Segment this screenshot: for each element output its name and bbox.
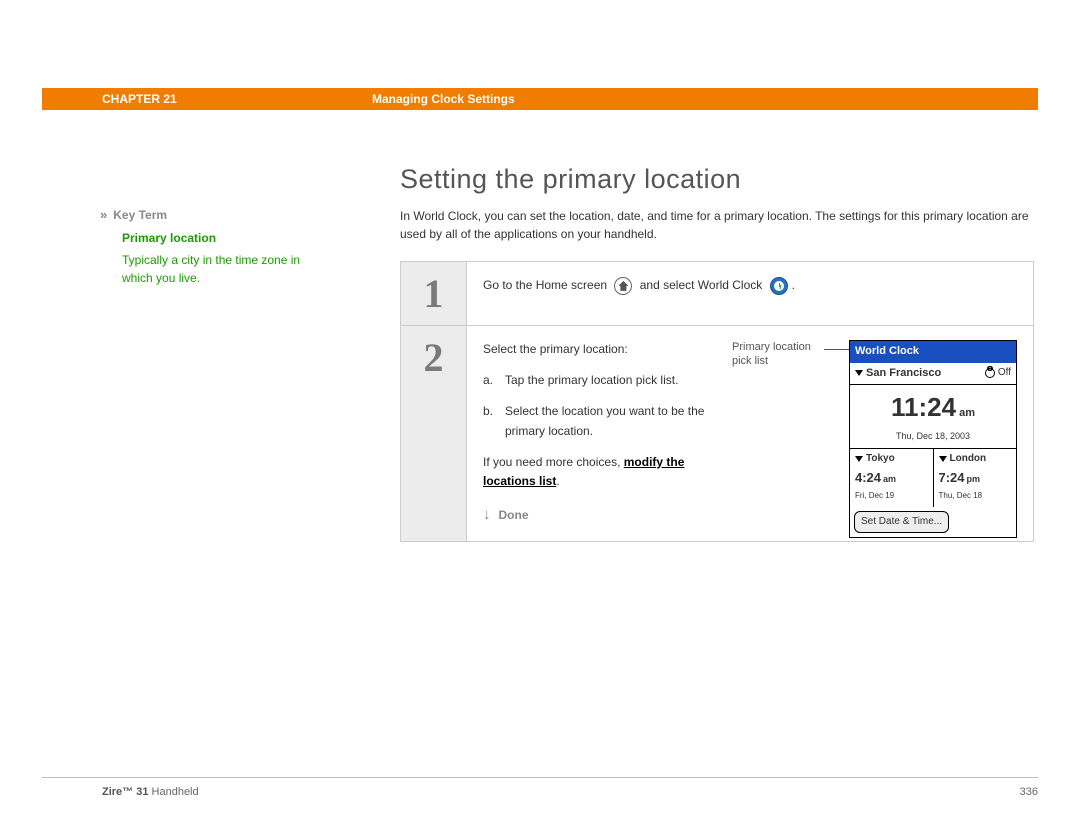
section-title: Managing Clock Settings: [372, 92, 515, 106]
wc-primary-location-picklist[interactable]: San Francisco: [855, 365, 941, 383]
wc-col-2: London 7:24pm Thu, Dec 18: [933, 449, 1017, 507]
page-title: Setting the primary location: [400, 164, 1034, 195]
step-1-pre: Go to the Home screen: [483, 278, 607, 292]
wc-col1-date: Fri, Dec 19: [855, 490, 928, 503]
step-number-1: 1: [401, 262, 467, 326]
substep-b: b. Select the location you want to be th…: [483, 402, 718, 440]
wc-col1-city: Tokyo: [866, 451, 895, 467]
alarm-clock-icon: [985, 368, 995, 378]
step-1-text: Go to the Home screen and select World C…: [483, 276, 1017, 295]
keyterm-name: Primary location: [122, 229, 330, 247]
wc-primary-row: San Francisco Off: [850, 363, 1016, 386]
callout-label: Primary location pick list: [732, 340, 822, 369]
wc-big-date: Thu, Dec 18, 2003: [850, 429, 1016, 448]
step-1-content: Go to the Home screen and select World C…: [467, 262, 1034, 326]
wc-alarm-label: Off: [998, 365, 1011, 381]
step-1-end: .: [792, 278, 795, 292]
wc-button-row: Set Date & Time...: [850, 507, 1016, 537]
footer-rule: [42, 777, 1038, 778]
step-2-layout: Select the primary location: a. Tap the …: [483, 340, 1017, 527]
wc-big-time: 11:24am: [850, 385, 1016, 429]
substep-a-marker: a.: [483, 371, 505, 390]
footer-product-bold: Zire™ 31: [102, 786, 148, 798]
set-date-time-button[interactable]: Set Date & Time...: [854, 511, 949, 533]
wc-big-time-value: 11:24: [891, 392, 956, 422]
done-text: Done: [499, 506, 529, 525]
sidebar-keyterm: » Key Term Primary location Typically a …: [100, 205, 330, 287]
step-number-2: 2: [401, 326, 467, 542]
step-1-mid: and select World Clock: [640, 278, 763, 292]
wc-col1-time: 4:24am: [855, 468, 928, 489]
keyterm-label: Key Term: [113, 206, 167, 224]
footer-product: Zire™ 31 Handheld: [102, 786, 199, 798]
keyterm-heading-line: » Key Term: [100, 205, 330, 225]
wc-col-1: Tokyo 4:24am Fri, Dec 19: [850, 449, 933, 507]
wc-big-ampm: am: [959, 407, 975, 419]
steps-table: 1 Go to the Home screen and select World…: [400, 261, 1034, 542]
chapter-label: CHAPTER 21: [42, 92, 372, 106]
chevron-icon: »: [100, 205, 107, 225]
down-arrow-icon: ↓: [483, 503, 491, 527]
wc-title-bar: World Clock: [850, 341, 1016, 363]
dropdown-triangle-icon: [855, 456, 863, 462]
substep-b-text: Select the location you want to be the p…: [505, 402, 718, 440]
step-2-text-column: Select the primary location: a. Tap the …: [483, 340, 718, 527]
more-pre: If you need more choices,: [483, 455, 624, 469]
footer: Zire™ 31 Handheld 336: [102, 786, 1038, 798]
world-clock-screenshot: World Clock San Francisco Off: [849, 340, 1017, 538]
wc-primary-city: San Francisco: [866, 365, 941, 383]
step-row-1: 1 Go to the Home screen and select World…: [401, 262, 1034, 326]
dropdown-triangle-icon: [939, 456, 947, 462]
home-icon: [614, 277, 632, 295]
intro-paragraph: In World Clock, you can set the location…: [400, 207, 1034, 243]
document-page: CHAPTER 21 Managing Clock Settings » Key…: [0, 0, 1080, 834]
footer-page-number: 336: [1020, 786, 1038, 798]
step-row-2: 2 Select the primary location: a. Tap th…: [401, 326, 1034, 542]
wc-col1-picklist[interactable]: Tokyo: [855, 451, 928, 467]
world-clock-icon: [770, 277, 788, 295]
substep-a-text: Tap the primary location pick list.: [505, 371, 678, 390]
wc-col2-city: London: [950, 451, 987, 467]
dropdown-triangle-icon: [855, 370, 863, 376]
wc-secondary-row: Tokyo 4:24am Fri, Dec 19: [850, 448, 1016, 507]
wc-col2-picklist[interactable]: London: [939, 451, 1012, 467]
step-2-lead: Select the primary location:: [483, 340, 718, 359]
step-2-substeps: a. Tap the primary location pick list. b…: [483, 371, 718, 441]
footer-product-rest: Handheld: [148, 786, 198, 798]
substep-b-marker: b.: [483, 402, 505, 440]
wc-col2-time: 7:24pm: [939, 468, 1012, 489]
wc-alarm-toggle[interactable]: Off: [985, 365, 1011, 381]
more-post: .: [556, 474, 559, 488]
substep-a: a. Tap the primary location pick list.: [483, 371, 718, 390]
keyterm-definition: Typically a city in the time zone in whi…: [122, 251, 330, 287]
done-line: ↓ Done: [483, 503, 718, 527]
step-2-content: Select the primary location: a. Tap the …: [467, 326, 1034, 542]
main-content: Setting the primary location In World Cl…: [400, 164, 1034, 542]
more-choices-line: If you need more choices, modify the loc…: [483, 453, 718, 491]
chapter-header-bar: CHAPTER 21 Managing Clock Settings: [42, 88, 1038, 110]
wc-col2-date: Thu, Dec 18: [939, 490, 1012, 503]
step-2-figure-column: Primary location pick list World Clock S…: [732, 340, 1017, 527]
